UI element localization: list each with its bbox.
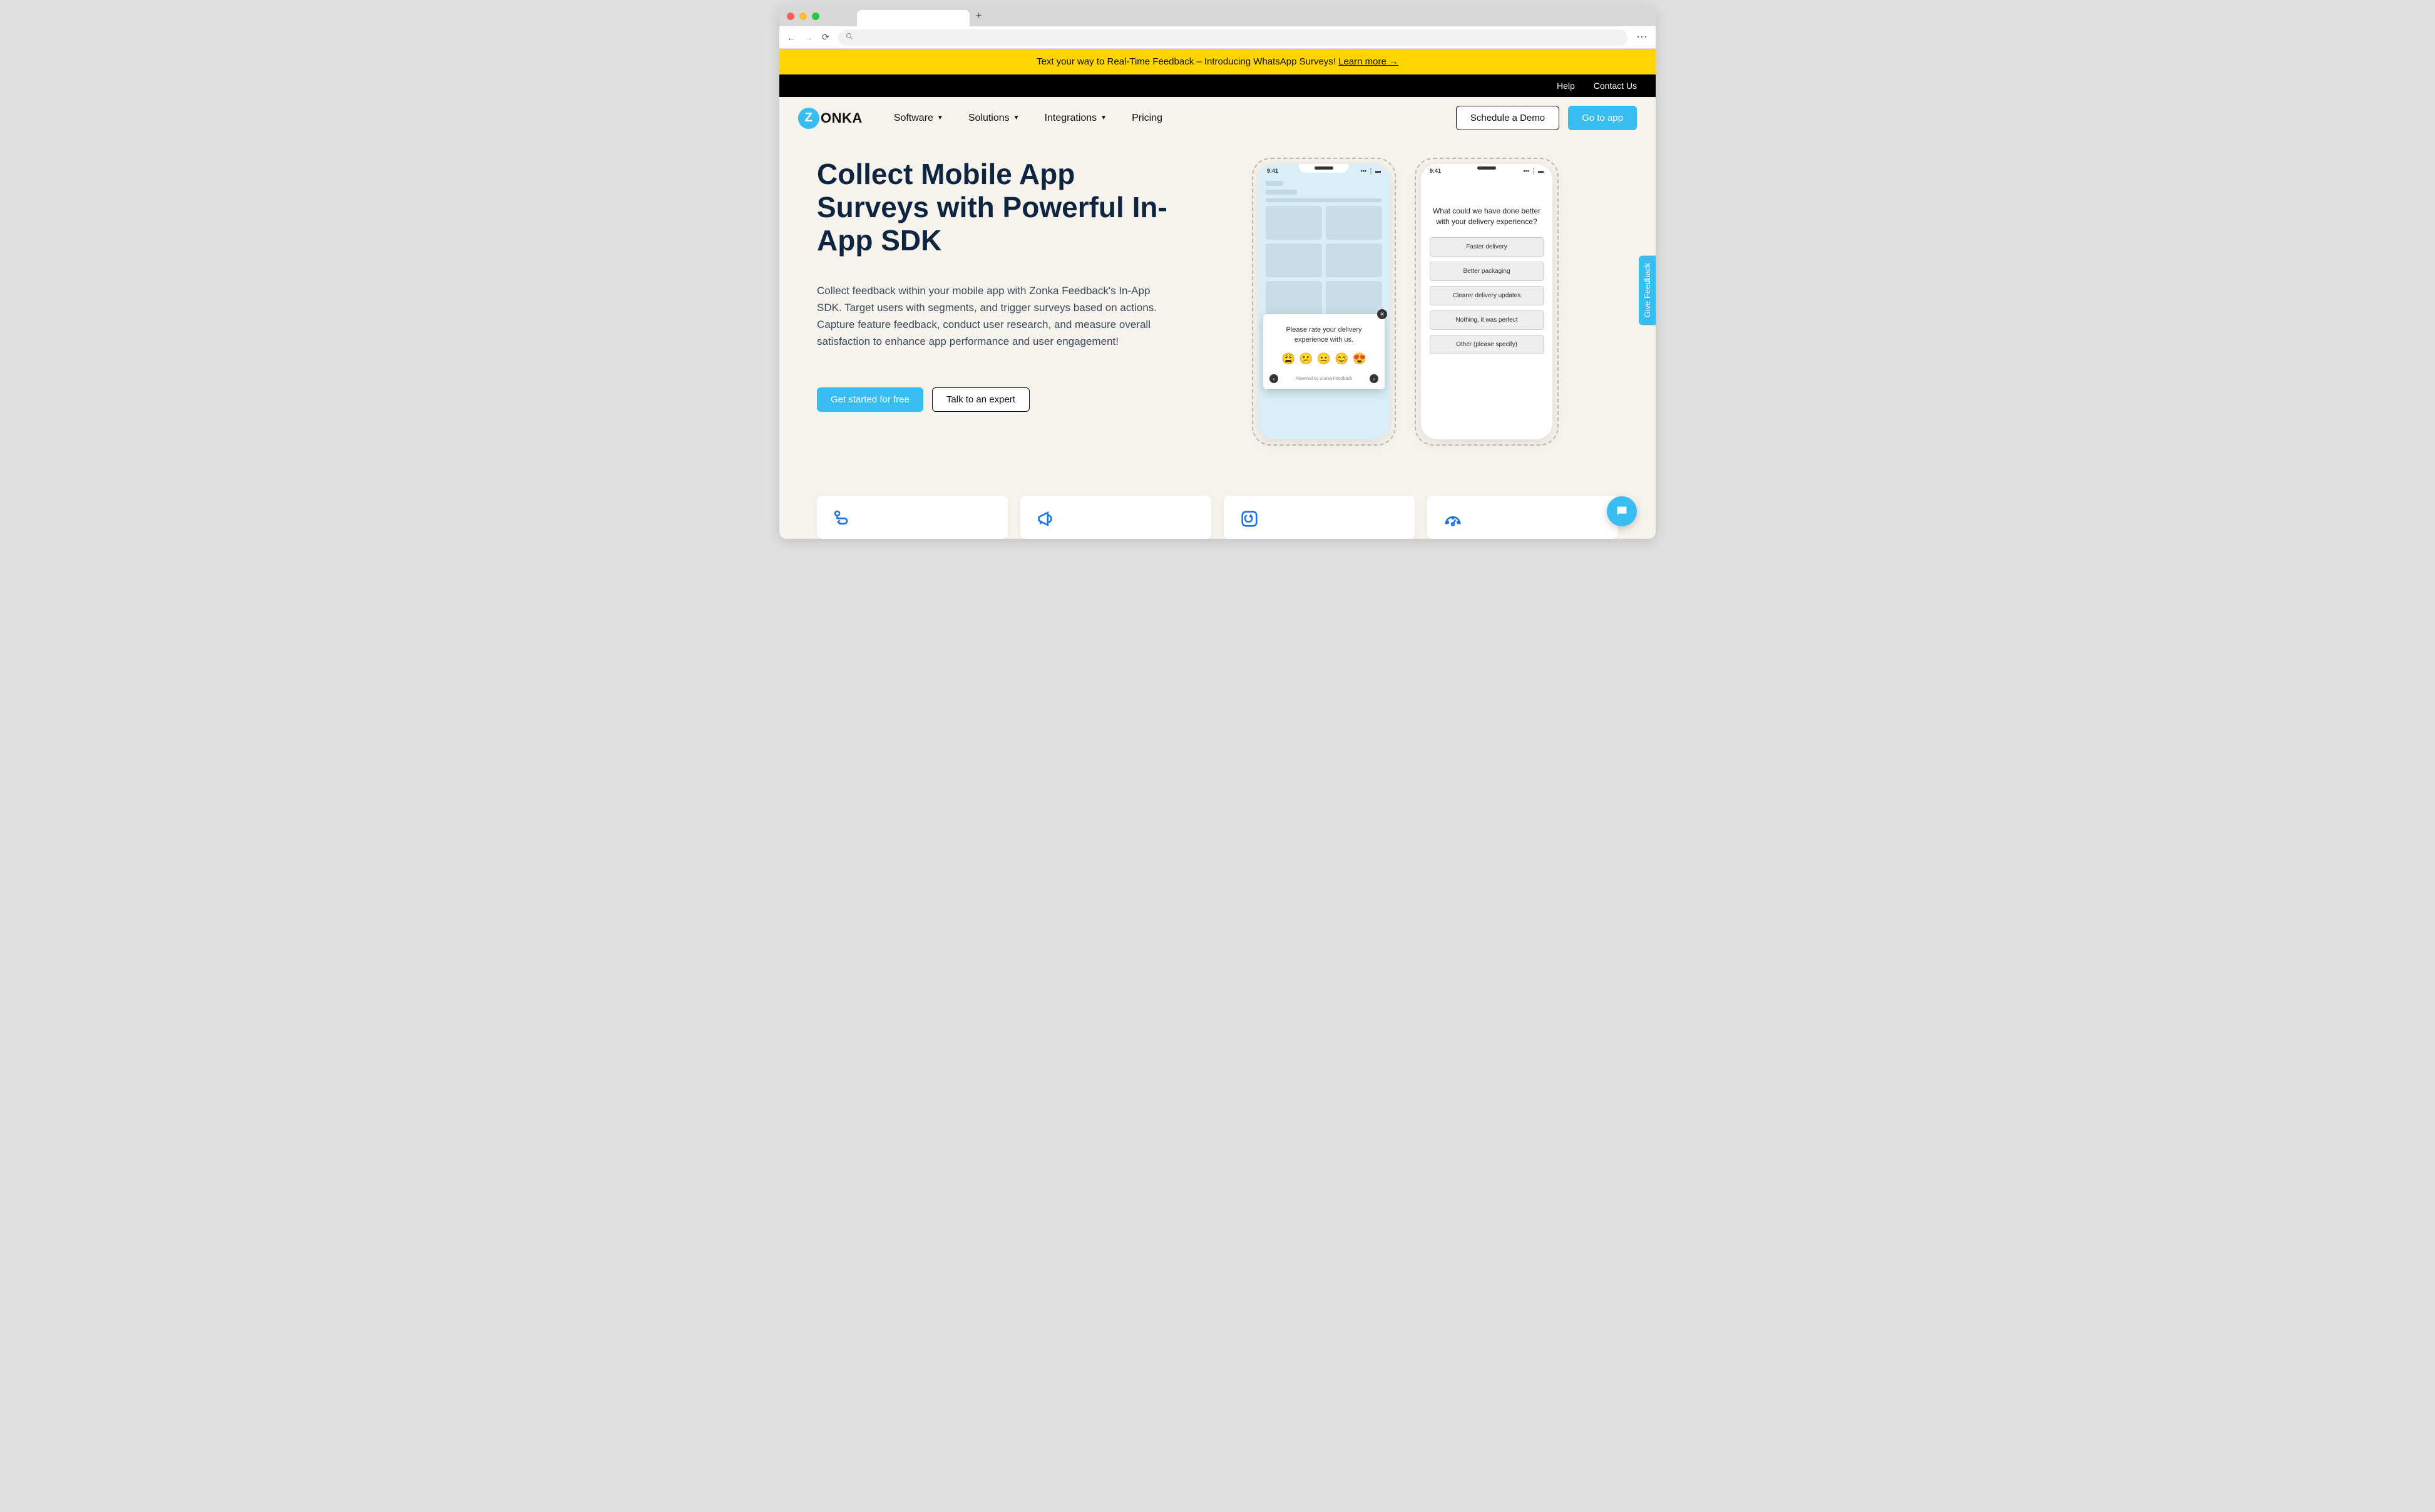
survey-popup: ✕ Please rate your delivery experience w… xyxy=(1263,314,1385,389)
logo-badge: Z xyxy=(798,108,819,129)
survey-option[interactable]: Faster delivery xyxy=(1430,237,1544,257)
give-feedback-tab[interactable]: Give Feedback xyxy=(1639,255,1656,325)
feature-card[interactable] xyxy=(1020,496,1211,539)
popup-next-button[interactable]: › xyxy=(1370,374,1378,383)
hero-section: Collect Mobile App Surveys with Powerful… xyxy=(779,139,1656,471)
reload-button[interactable]: ⟳ xyxy=(822,32,829,43)
window-chrome: + xyxy=(779,6,1656,26)
emoji-rating-3[interactable]: 😐 xyxy=(1317,352,1331,365)
chevron-down-icon: ▼ xyxy=(1100,115,1107,121)
user-flow-icon xyxy=(832,508,993,534)
hero-title: Collect Mobile App Surveys with Powerful… xyxy=(817,158,1167,257)
emoji-rating-2[interactable]: 😕 xyxy=(1299,352,1313,365)
feature-card[interactable] xyxy=(1427,496,1618,539)
phone-mockup-1: 9:41 ••• ⋮ ▬ ✕ xyxy=(1252,158,1396,446)
logo-text: ONKA xyxy=(821,110,863,126)
feature-cards-row xyxy=(779,496,1656,539)
hero-description: Collect feedback within your mobile app … xyxy=(817,282,1167,350)
survey-option[interactable]: Better packaging xyxy=(1430,262,1544,281)
get-started-button[interactable]: Get started for free xyxy=(817,387,923,412)
survey-option[interactable]: Clearer delivery updates xyxy=(1430,286,1544,305)
megaphone-icon xyxy=(1035,508,1196,534)
survey-option[interactable]: Other (please specify) xyxy=(1430,335,1544,354)
phone-time: 9:41 xyxy=(1267,168,1278,175)
chevron-down-icon: ▼ xyxy=(1013,115,1020,121)
phone-status-icons: ••• ⋮ ▬ xyxy=(1524,168,1544,175)
gauge-icon xyxy=(1442,508,1603,534)
feature-card[interactable] xyxy=(817,496,1008,539)
feature-card[interactable] xyxy=(1224,496,1415,539)
go-to-app-button[interactable]: Go to app xyxy=(1568,106,1637,130)
logo[interactable]: Z ONKA xyxy=(798,108,863,129)
phone-mockup-2: 9:41 ••• ⋮ ▬ What could we have done bet… xyxy=(1415,158,1559,446)
minimize-window-button[interactable] xyxy=(799,13,807,20)
nav-integrations[interactable]: Integrations▼ xyxy=(1045,113,1107,124)
announce-bar: Text your way to Real-Time Feedback – In… xyxy=(779,49,1656,74)
back-button[interactable]: ← xyxy=(787,33,796,43)
browser-tab[interactable] xyxy=(857,10,970,26)
powered-by-text: Powered by Zonka Feedback xyxy=(1295,377,1352,381)
forward-button[interactable]: → xyxy=(804,33,813,43)
refresh-icon xyxy=(1239,508,1400,534)
more-menu-button[interactable]: ⋯ xyxy=(1636,31,1648,44)
chevron-down-icon: ▼ xyxy=(937,115,943,121)
maximize-window-button[interactable] xyxy=(812,13,819,20)
new-tab-button[interactable]: + xyxy=(976,11,982,22)
emoji-rating-5[interactable]: 😍 xyxy=(1353,352,1366,365)
close-popup-button[interactable]: ✕ xyxy=(1377,309,1387,319)
phone-time: 9:41 xyxy=(1430,168,1441,175)
survey-option[interactable]: Nothing, it was perfect xyxy=(1430,310,1544,330)
nav-solutions[interactable]: Solutions▼ xyxy=(968,113,1020,124)
contact-link[interactable]: Contact Us xyxy=(1594,81,1637,91)
close-window-button[interactable] xyxy=(787,13,794,20)
chat-widget-button[interactable] xyxy=(1607,496,1637,526)
emoji-rating-row: 😩 😕 😐 😊 😍 xyxy=(1269,352,1378,365)
emoji-rating-4[interactable]: 😊 xyxy=(1335,352,1348,365)
schedule-demo-button[interactable]: Schedule a Demo xyxy=(1456,106,1559,130)
talk-to-expert-button[interactable]: Talk to an expert xyxy=(932,387,1030,412)
nav-software[interactable]: Software▼ xyxy=(894,113,943,124)
popup-question: Please rate your delivery experience wit… xyxy=(1269,325,1378,345)
search-icon xyxy=(846,33,853,42)
main-nav: Z ONKA Software▼ Solutions▼ Integrations… xyxy=(779,97,1656,139)
top-bar: Help Contact Us xyxy=(779,74,1656,97)
nav-pricing[interactable]: Pricing xyxy=(1132,113,1162,124)
phone-status-icons: ••• ⋮ ▬ xyxy=(1361,168,1381,175)
url-bar[interactable] xyxy=(838,29,1628,46)
announce-text: Text your way to Real-Time Feedback – In… xyxy=(1037,56,1338,67)
announce-link[interactable]: Learn more → xyxy=(1338,56,1398,67)
popup-prev-button[interactable]: ‹ xyxy=(1269,374,1278,383)
emoji-rating-1[interactable]: 😩 xyxy=(1281,352,1295,365)
survey-question: What could we have done better with your… xyxy=(1430,206,1544,227)
help-link[interactable]: Help xyxy=(1557,81,1575,91)
browser-nav-bar: ← → ⟳ ⋯ xyxy=(779,26,1656,49)
